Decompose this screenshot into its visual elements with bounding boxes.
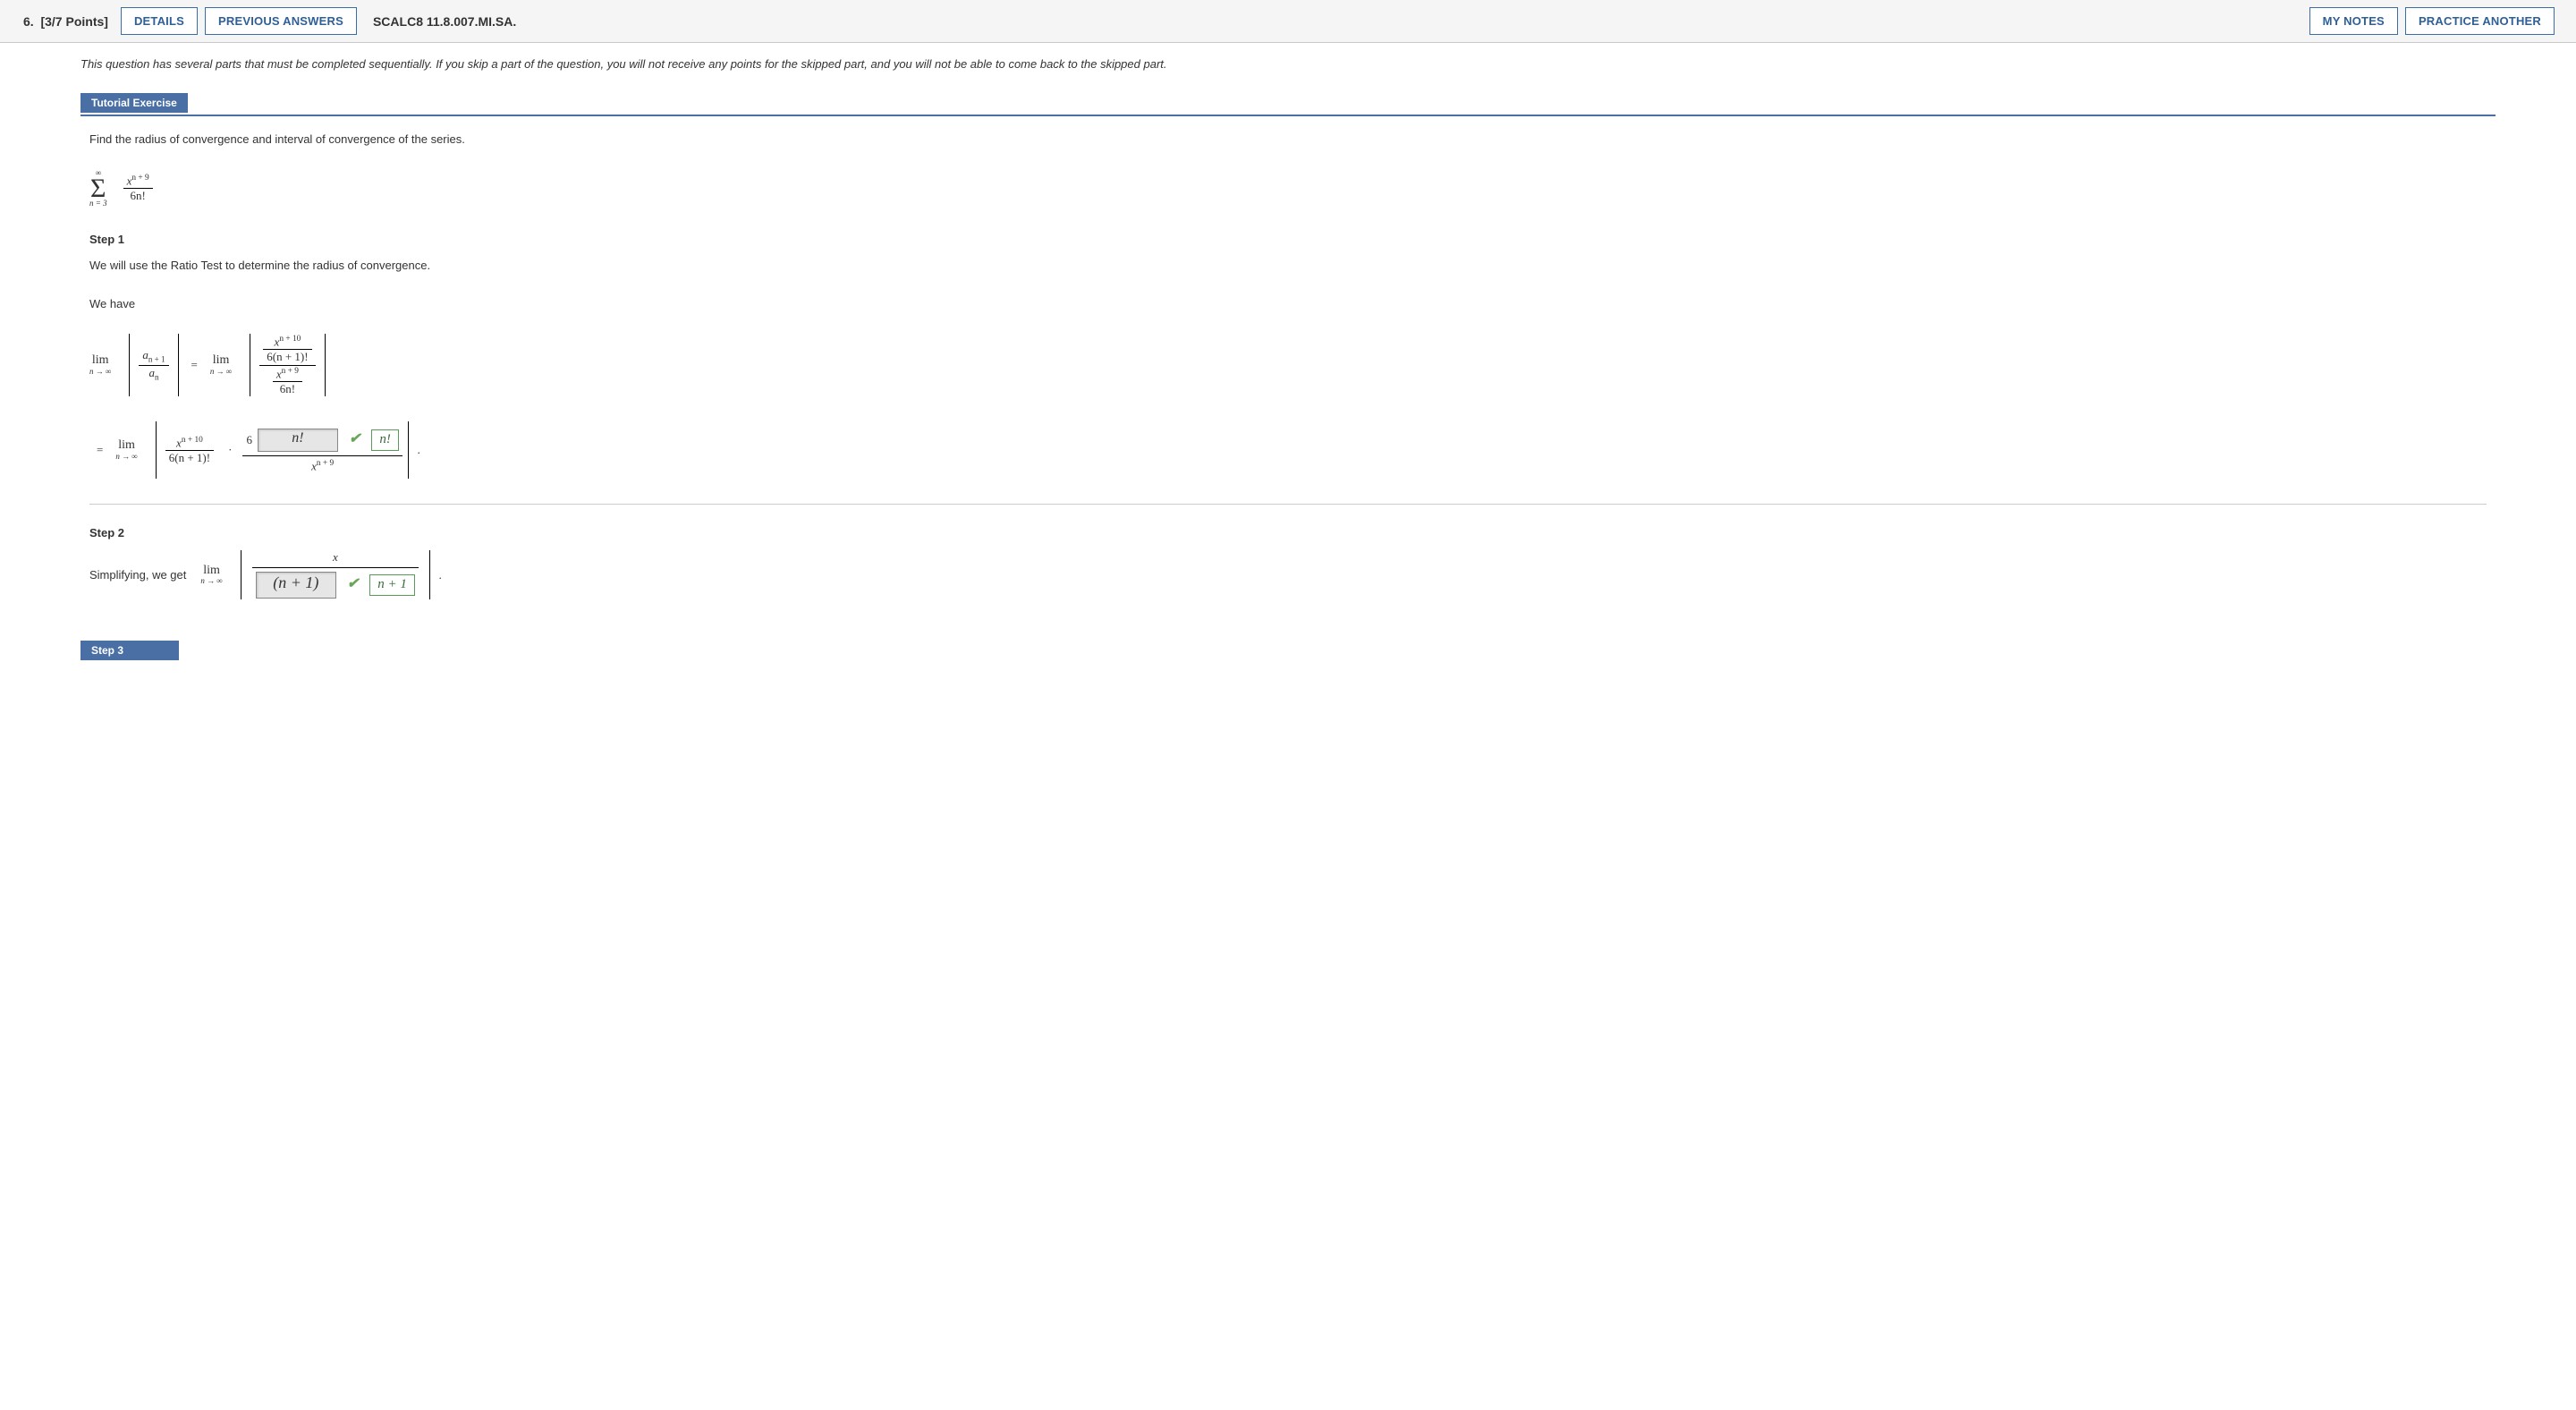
practice-another-button[interactable]: PRACTICE ANOTHER [2405, 7, 2555, 35]
check-icon: ✔ [347, 577, 359, 592]
step-1-header: Step 1 [89, 233, 2487, 246]
limit-expression: lim n → ∞ [89, 354, 111, 376]
divider [89, 504, 2487, 505]
question-number: 6. [3/7 Points] [23, 14, 108, 29]
tutorial-exercise-tab: Tutorial Exercise [80, 93, 188, 113]
sigma-icon: Σ [90, 177, 106, 200]
question-header: 6. [3/7 Points] DETAILS PREVIOUS ANSWERS… [0, 0, 2576, 43]
sigma-lower: n = 3 [89, 200, 107, 208]
step-1-line-1: We will use the Ratio Test to determine … [89, 257, 2487, 276]
step-2-equation: Simplifying, we get lim n → ∞ x (n + 1) … [89, 550, 2487, 599]
step-2-text: Simplifying, we get [89, 568, 186, 582]
sequential-instructions: This question has several parts that mus… [80, 55, 2496, 73]
step-3-tab: Step 3 [80, 641, 179, 660]
step2-answer-input[interactable]: (n + 1) [256, 572, 336, 599]
my-notes-button[interactable]: MY NOTES [2309, 7, 2398, 35]
ratio-test-equation-1: lim n → ∞ an + 1 an = lim n → ∞ xn [89, 334, 2487, 396]
tutorial-prompt: Find the radius of convergence and inter… [89, 131, 2487, 149]
step1-answer-input[interactable]: n! [258, 429, 338, 452]
previous-answers-button[interactable]: PREVIOUS ANSWERS [205, 7, 357, 35]
details-button[interactable]: DETAILS [121, 7, 198, 35]
step2-answer-reveal: n + 1 [369, 574, 415, 596]
check-icon: ✔ [349, 432, 360, 447]
section-underline [80, 115, 2496, 116]
question-body: This question has several parts that mus… [0, 43, 2576, 687]
question-code: SCALC8 11.8.007.MI.SA. [373, 14, 516, 29]
step1-answer-reveal: n! [371, 429, 399, 451]
series-expression: ∞ Σ n = 3 xn + 9 6n! [89, 169, 2487, 208]
step-2-header: Step 2 [89, 526, 2487, 539]
step-1-line-2: We have [89, 295, 2487, 314]
ratio-test-equation-2: = lim n → ∞ xn + 10 6(n + 1)! · 6 n! ✔ n… [89, 421, 2487, 479]
